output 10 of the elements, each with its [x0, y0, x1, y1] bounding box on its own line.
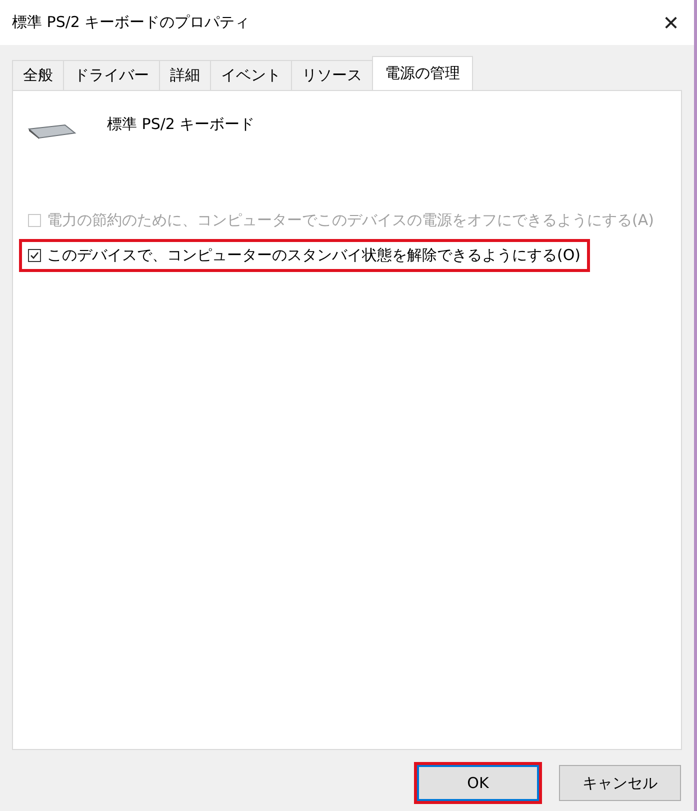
highlighted-checkbox-option[interactable]: このデバイスで、コンピューターのスタンバイ状態を解除できるようにする(O): [19, 239, 590, 272]
highlighted-button[interactable]: OK: [417, 765, 539, 801]
dialog-button[interactable]: キャンセル: [559, 765, 681, 801]
close-button[interactable]: ✕: [648, 0, 694, 45]
window-title: 標準 PS/2 キーボードのプロパティ: [12, 13, 250, 32]
keyboard-icon: [27, 123, 77, 139]
tab[interactable]: 電源の管理: [372, 56, 473, 90]
device-name: 標準 PS/2 キーボード: [107, 115, 255, 134]
tab[interactable]: 全般: [12, 60, 64, 90]
checkmark-icon: [29, 250, 40, 261]
